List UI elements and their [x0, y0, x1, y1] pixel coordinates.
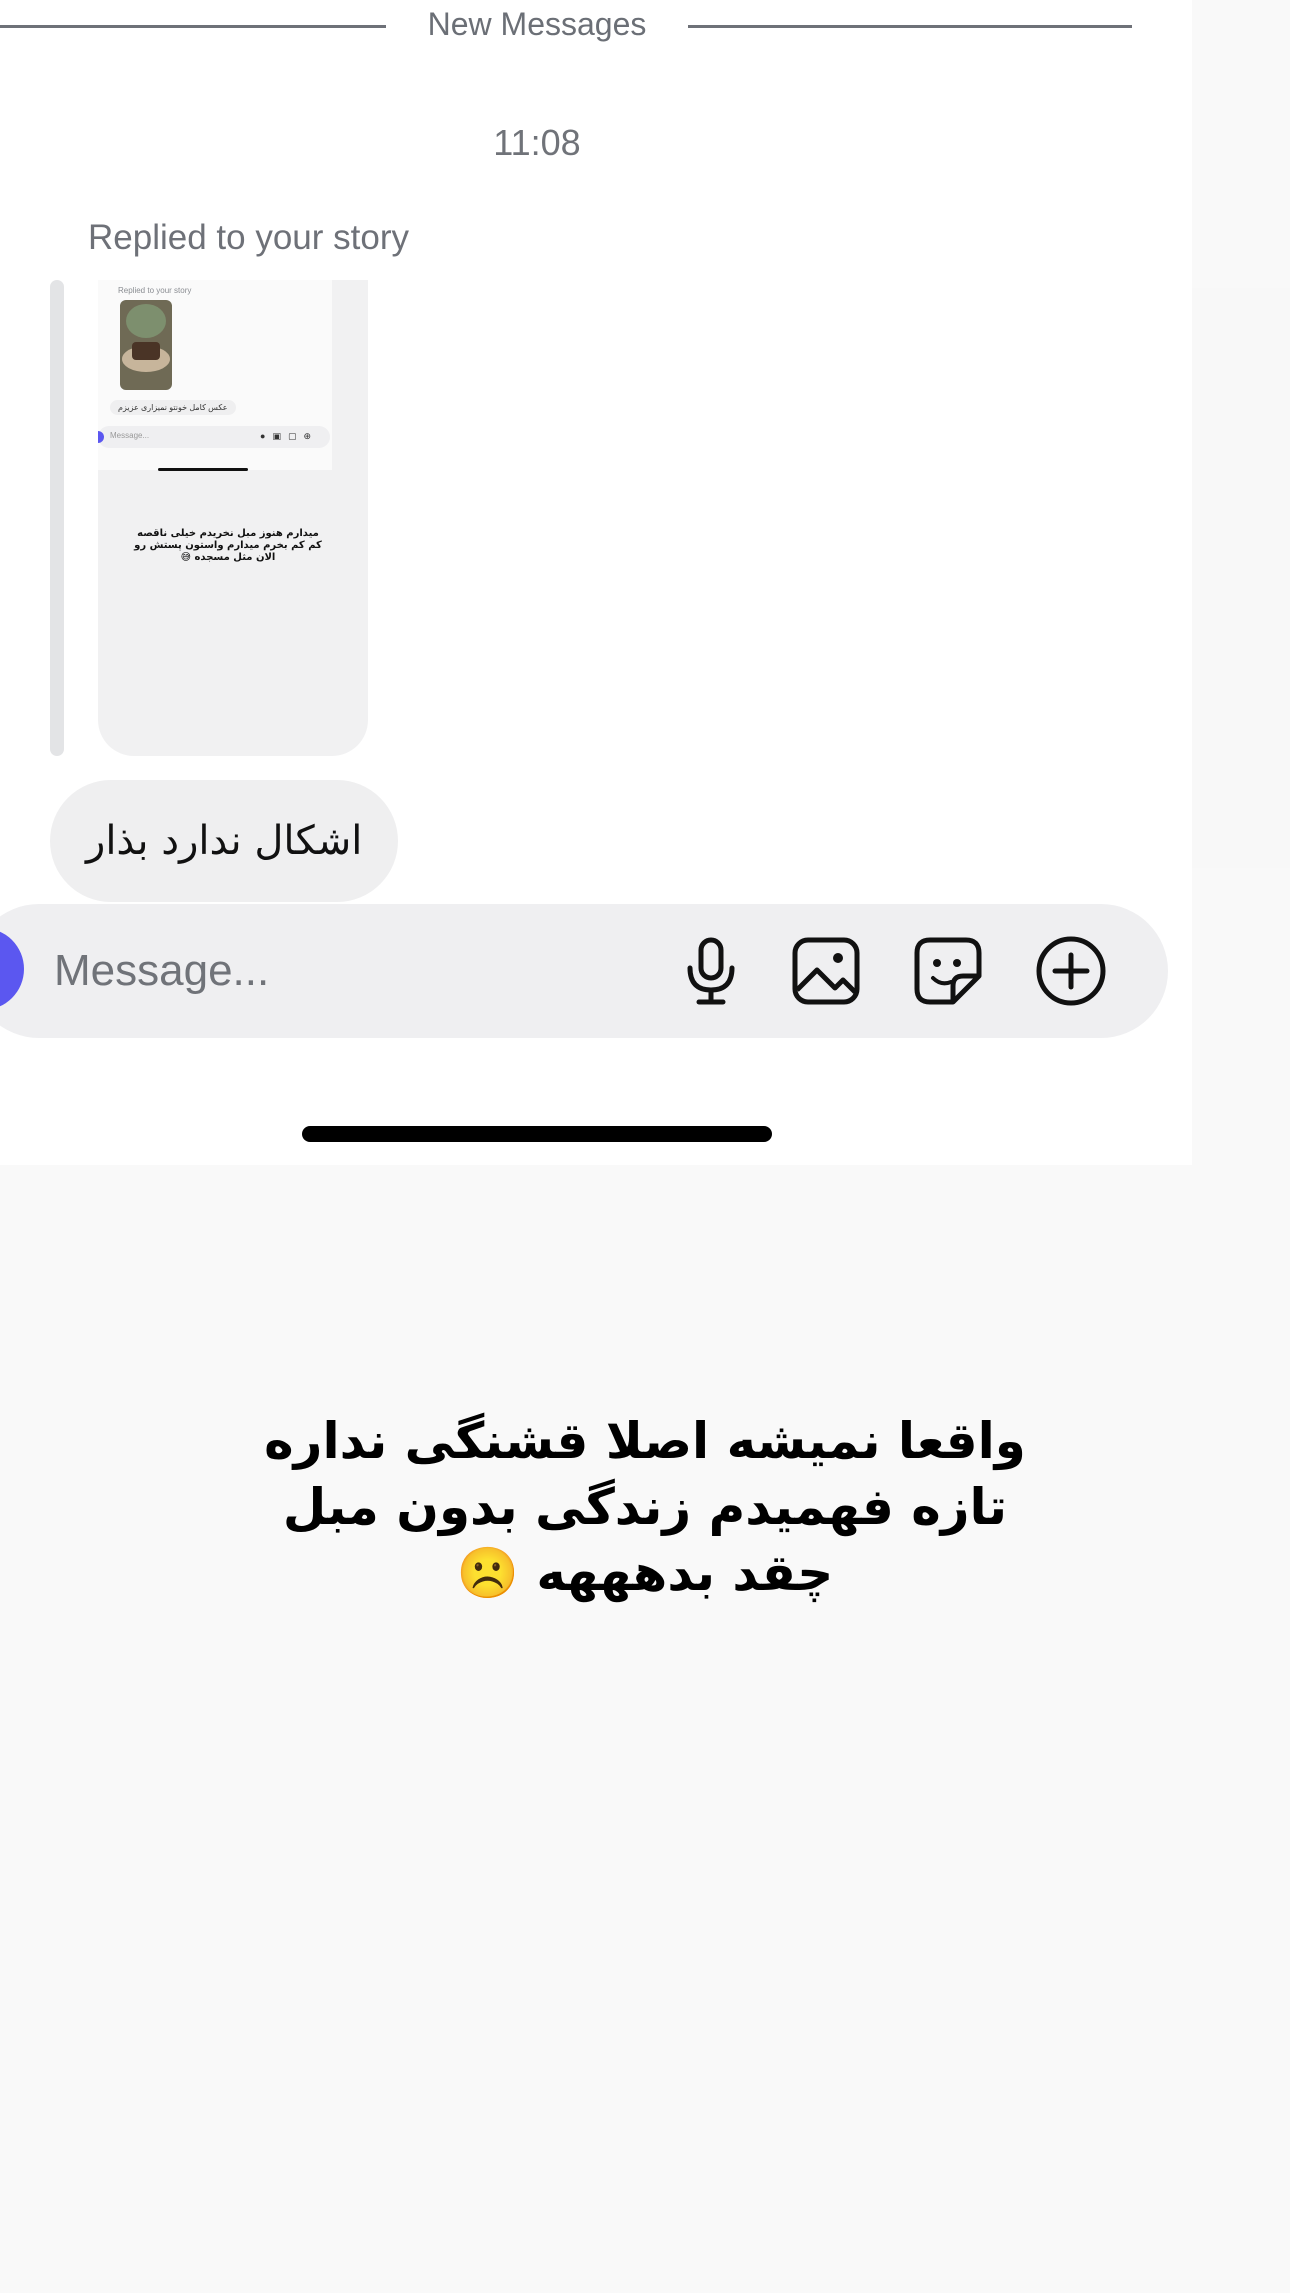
mini-composer-icons: ●▣▢⊕: [260, 431, 318, 441]
gallery-button[interactable]: [786, 931, 866, 1011]
screenshot-shadow-strip: [1192, 288, 1290, 868]
image-icon: [792, 937, 860, 1005]
more-options-button[interactable]: [1031, 931, 1111, 1011]
microphone-button[interactable]: [671, 931, 751, 1011]
mini-story-caption: Replied to your story: [118, 286, 192, 295]
microphone-icon: [687, 937, 735, 1005]
mini-story-text: میدارم هنوز مبل نخریدم خیلی ناقصه کم کم …: [128, 528, 328, 564]
story-mini-screenshot: Replied to your story عکس کامل خونتو نمی…: [98, 280, 332, 471]
message-timestamp: 11:08: [493, 122, 581, 163]
home-indicator: [302, 1126, 772, 1142]
mini-story-thumbnail: [120, 300, 172, 390]
story-preview[interactable]: Replied to your story عکس کامل خونتو نمی…: [98, 280, 368, 756]
dm-screenshot: New Messages 11:08 Replied to your story…: [0, 0, 1192, 1165]
plus-icon: [1036, 936, 1106, 1006]
story-text-line: چقد بدهههه ☹️: [456, 1544, 834, 1602]
message-bubble[interactable]: اشکال ندارد بذار: [50, 780, 399, 902]
mini-home-indicator: [158, 468, 248, 471]
story-reply-caption: Replied to your story: [88, 218, 409, 257]
story-text-overlay: واقعا نمیشه اصلا قشنگی نداره تازه فهمیدم…: [0, 1408, 1290, 1606]
story-text-line: واقعا نمیشه اصلا قشنگی نداره: [264, 1412, 1026, 1470]
mini-story-line: میدارم هنوز مبل نخریدم خیلی ناقصه: [137, 528, 319, 539]
story-text-line: تازه فهمیدم زندگی بدون مبل: [282, 1478, 1008, 1536]
mini-composer-placeholder: Message...: [110, 431, 150, 440]
divider-line-left: [0, 25, 386, 28]
divider-label: New Messages: [427, 6, 647, 42]
mini-composer: Message... ●▣▢⊕: [98, 426, 330, 448]
mini-avatar: [98, 431, 104, 443]
sticker-icon: [914, 937, 982, 1005]
message-bubble-text: اشکال ندارد بذار: [86, 818, 363, 864]
message-input[interactable]: [52, 940, 616, 1002]
mini-story-line: الان مثل مسجده 😅: [180, 552, 276, 563]
mini-message-bubble: عکس کامل خونتو نمیزاری عزیزم: [110, 400, 236, 415]
mini-story-line: کم کم بخرم میدارم واستون پستش رو: [134, 540, 322, 551]
new-messages-divider: New Messages: [0, 0, 1192, 54]
story-reply-bar: [50, 280, 64, 756]
sticker-button[interactable]: [908, 931, 988, 1011]
divider-line-right: [688, 25, 1132, 28]
